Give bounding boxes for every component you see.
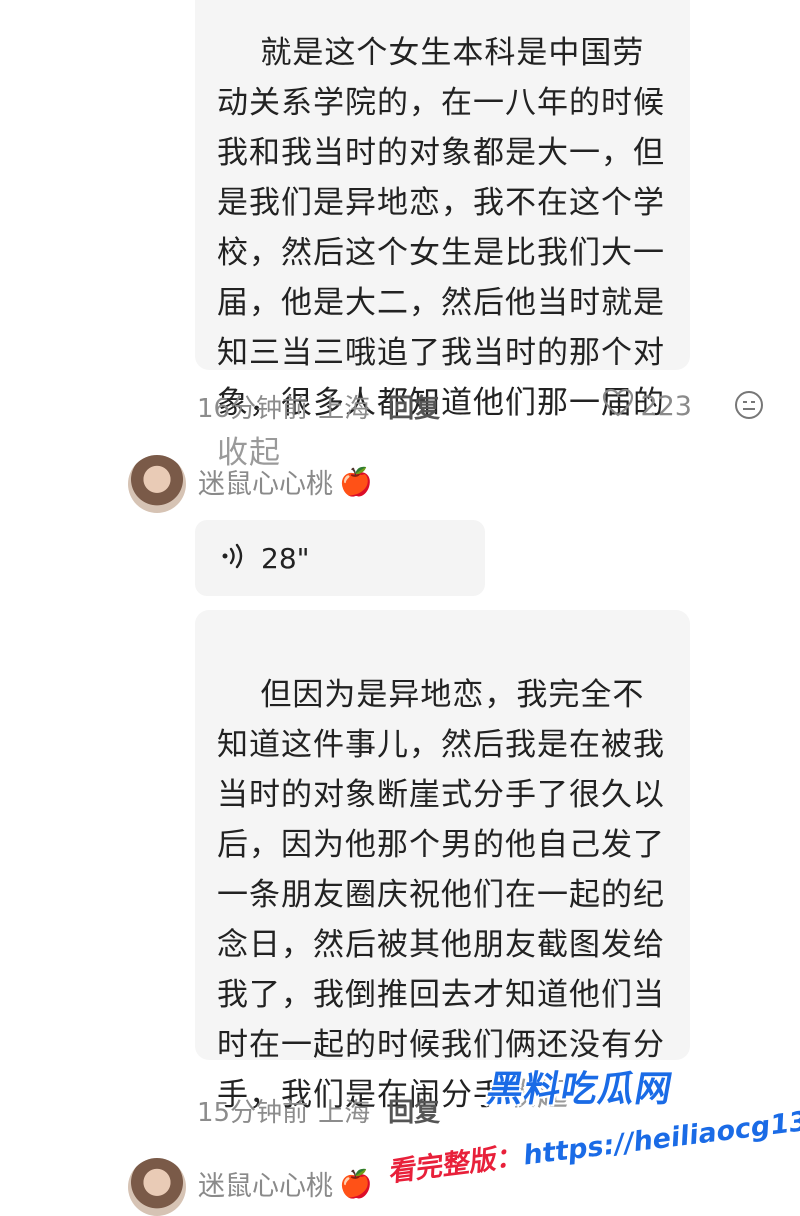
like-button[interactable]: 223 xyxy=(602,388,692,425)
comment-time: 16分钟前 xyxy=(197,394,309,424)
like-count: 223 xyxy=(640,391,692,422)
comment-text: 就是这个女生本科是中国劳动关系学院的，在一八年的时候我和我当时的对象都是大一，但… xyxy=(217,35,665,421)
reply-button[interactable]: 回复 xyxy=(388,388,440,425)
comment-time: 15分钟前 xyxy=(197,1098,309,1128)
sound-wave-icon xyxy=(221,541,245,575)
comment-username[interactable]: 迷鼠心心桃 🍎 xyxy=(198,1164,373,1203)
voice-message[interactable]: 28" xyxy=(195,520,485,596)
username-text: 迷鼠心心桃 xyxy=(198,1171,333,1202)
avatar[interactable] xyxy=(128,1158,186,1216)
comment-text: 但因为是异地恋，我完全不知道这件事儿，然后我是在被我当时的对象断崖式分手了很久以… xyxy=(217,677,665,1113)
apple-emoji-icon: 🍎 xyxy=(339,466,373,498)
username-text: 迷鼠心心桃 xyxy=(198,469,333,500)
comment-username[interactable]: 迷鼠心心桃 🍎 xyxy=(198,462,373,501)
comment-meta: 16分钟前 上海 回复 xyxy=(197,388,440,425)
voice-duration: 28" xyxy=(261,541,310,575)
heart-icon xyxy=(602,388,634,425)
comment-bubble-1: 就是这个女生本科是中国劳动关系学院的，在一八年的时候我和我当时的对象都是大一，但… xyxy=(195,0,690,471)
emoji-reaction-icon[interactable] xyxy=(734,390,764,420)
watermark: 黑料吃瓜网 看完整版：https://heiliaocg13.com xyxy=(360,1060,800,1200)
comment-location: 上海 xyxy=(318,394,371,424)
watermark-title: 黑料吃瓜网 xyxy=(483,1069,677,1110)
watermark-label: 看完整版： xyxy=(388,1140,525,1189)
avatar[interactable] xyxy=(128,455,186,513)
comment-bubble-2: 但因为是异地恋，我完全不知道这件事儿，然后我是在被我当时的对象断崖式分手了很久以… xyxy=(195,610,690,1113)
